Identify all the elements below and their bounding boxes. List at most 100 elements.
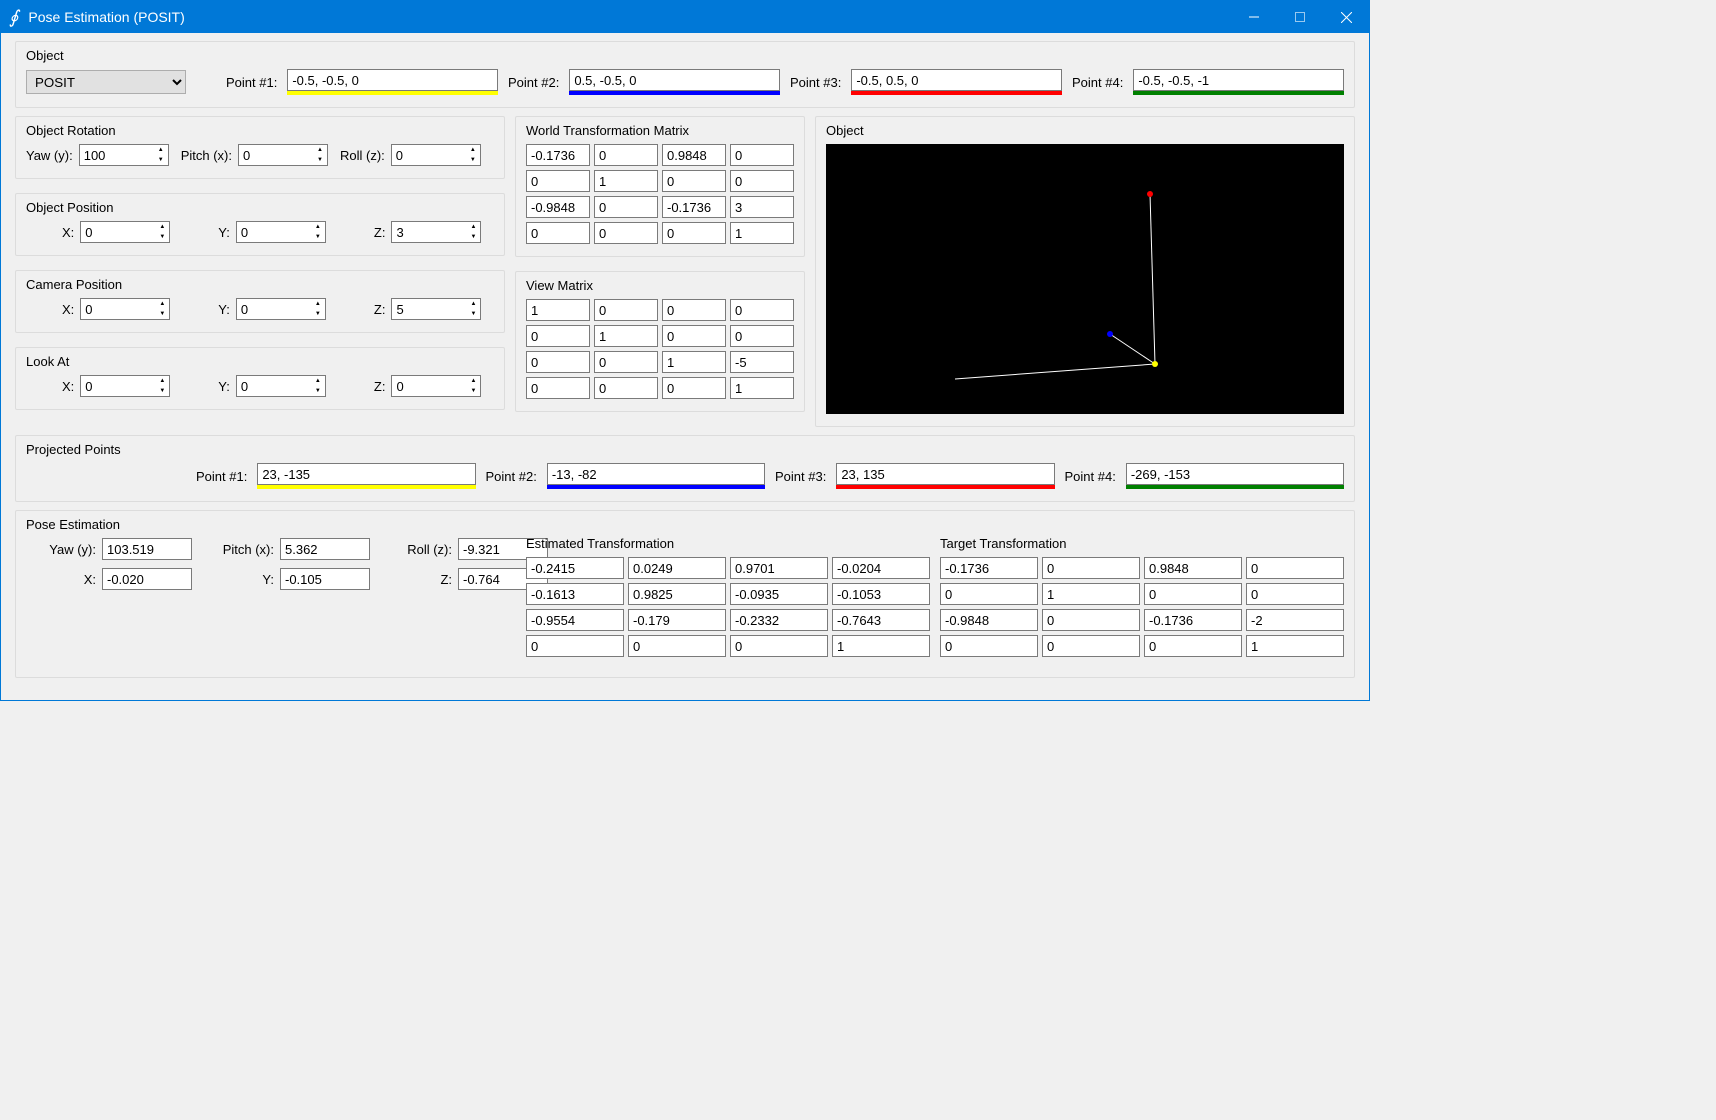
posz-spinner[interactable]: ▲▼	[391, 221, 481, 243]
matrix-cell	[662, 325, 726, 347]
yaw-spinner[interactable]: ▲▼	[79, 144, 169, 166]
camy-spinner[interactable]: ▲▼	[236, 298, 326, 320]
spin-up-icon[interactable]: ▲	[154, 145, 168, 155]
posx-spinner[interactable]: ▲▼	[80, 221, 170, 243]
point4-underline	[1133, 91, 1344, 95]
spin-up-icon[interactable]: ▲	[466, 299, 480, 309]
camx-label: X:	[62, 302, 74, 317]
window-buttons	[1231, 1, 1369, 33]
posy-spinner[interactable]: ▲▼	[236, 221, 326, 243]
matrix-cell	[662, 351, 726, 373]
matrix-cell	[1246, 557, 1344, 579]
point2-underline	[569, 91, 780, 95]
matrix-cell	[594, 144, 658, 166]
spin-up-icon[interactable]: ▲	[311, 222, 325, 232]
matrix-cell	[628, 557, 726, 579]
pose-group: Pose Estimation Yaw (y): Pitch (x): Roll…	[15, 510, 1355, 678]
spin-up-icon[interactable]: ▲	[311, 299, 325, 309]
spin-down-icon[interactable]: ▼	[313, 155, 327, 165]
pose-title: Pose Estimation	[26, 517, 1344, 532]
spin-up-icon[interactable]: ▲	[311, 376, 325, 386]
camx-spinner[interactable]: ▲▼	[80, 298, 170, 320]
spin-up-icon[interactable]: ▲	[466, 376, 480, 386]
looky-spinner[interactable]: ▲▼	[236, 375, 326, 397]
target-group: Target Transformation	[940, 536, 1344, 657]
camy-label: Y:	[218, 302, 230, 317]
maximize-button[interactable]	[1277, 1, 1323, 33]
proj3-underline	[836, 485, 1054, 489]
posy-label: Y:	[218, 225, 230, 240]
spin-down-icon[interactable]: ▼	[466, 155, 480, 165]
proj4-underline	[1126, 485, 1344, 489]
spin-down-icon[interactable]: ▼	[311, 232, 325, 242]
matrix-cell	[1144, 609, 1242, 631]
world-matrix-title: World Transformation Matrix	[526, 123, 794, 138]
matrix-cell	[594, 351, 658, 373]
close-button[interactable]	[1323, 1, 1369, 33]
algorithm-select[interactable]: POSIT	[26, 70, 186, 94]
point1-input[interactable]	[287, 69, 498, 91]
matrix-cell	[594, 196, 658, 218]
matrix-cell	[526, 583, 624, 605]
world-matrix-grid	[526, 144, 794, 244]
spin-down-icon[interactable]: ▼	[311, 386, 325, 396]
estimated-group: Estimated Transformation	[526, 536, 930, 657]
point3-input[interactable]	[851, 69, 1062, 91]
matrix-cell	[730, 299, 794, 321]
minimize-button[interactable]	[1231, 1, 1277, 33]
matrix-cell	[730, 325, 794, 347]
projected-group: Projected Points Point #1: Point #2: Poi…	[15, 435, 1355, 502]
spin-down-icon[interactable]: ▼	[466, 309, 480, 319]
spin-down-icon[interactable]: ▼	[155, 309, 169, 319]
spin-down-icon[interactable]: ▼	[466, 386, 480, 396]
matrix-cell	[832, 583, 930, 605]
spin-up-icon[interactable]: ▲	[155, 222, 169, 232]
lookx-spinner[interactable]: ▲▼	[80, 375, 170, 397]
matrix-cell	[526, 299, 590, 321]
matrix-cell	[526, 557, 624, 579]
pose-roll-label: Roll (z):	[382, 542, 452, 557]
position-title: Object Position	[26, 200, 494, 215]
spin-up-icon[interactable]: ▲	[313, 145, 327, 155]
matrix-cell	[940, 609, 1038, 631]
pose-yaw-label: Yaw (y):	[26, 542, 96, 557]
app-icon: ∮	[9, 7, 18, 28]
lookz-spinner[interactable]: ▲▼	[391, 375, 481, 397]
spin-down-icon[interactable]: ▼	[155, 386, 169, 396]
matrix-cell	[526, 170, 590, 192]
point2-input[interactable]	[569, 69, 780, 91]
viewport-3d[interactable]	[826, 144, 1344, 414]
target-title: Target Transformation	[940, 536, 1344, 551]
proj4-output	[1126, 463, 1344, 485]
world-matrix-group: World Transformation Matrix	[515, 116, 805, 257]
rotation-group: Object Rotation Yaw (y):▲▼ Pitch (x):▲▼ …	[15, 116, 505, 179]
matrix-cell	[662, 377, 726, 399]
point4-input[interactable]	[1133, 69, 1344, 91]
camz-label: Z:	[374, 302, 386, 317]
spin-down-icon[interactable]: ▼	[466, 232, 480, 242]
proj1-output	[257, 463, 475, 485]
matrix-cell	[594, 170, 658, 192]
roll-spinner[interactable]: ▲▼	[391, 144, 481, 166]
spin-up-icon[interactable]: ▲	[466, 145, 480, 155]
matrix-cell	[594, 325, 658, 347]
matrix-cell	[730, 635, 828, 657]
matrix-cell	[662, 299, 726, 321]
matrix-cell	[526, 325, 590, 347]
spin-up-icon[interactable]: ▲	[155, 376, 169, 386]
titlebar[interactable]: ∮ Pose Estimation (POSIT)	[1, 1, 1369, 33]
camz-spinner[interactable]: ▲▼	[391, 298, 481, 320]
spin-down-icon[interactable]: ▼	[154, 155, 168, 165]
point3-label: Point #3:	[790, 75, 841, 90]
proj2-label: Point #2:	[486, 469, 537, 484]
spin-up-icon[interactable]: ▲	[155, 299, 169, 309]
spin-down-icon[interactable]: ▼	[311, 309, 325, 319]
point3-underline	[851, 91, 1062, 95]
window-title: Pose Estimation (POSIT)	[28, 9, 1231, 25]
matrix-cell	[526, 351, 590, 373]
matrix-cell	[526, 377, 590, 399]
rotation-title: Object Rotation	[26, 123, 494, 138]
spin-down-icon[interactable]: ▼	[155, 232, 169, 242]
pitch-spinner[interactable]: ▲▼	[238, 144, 328, 166]
spin-up-icon[interactable]: ▲	[466, 222, 480, 232]
